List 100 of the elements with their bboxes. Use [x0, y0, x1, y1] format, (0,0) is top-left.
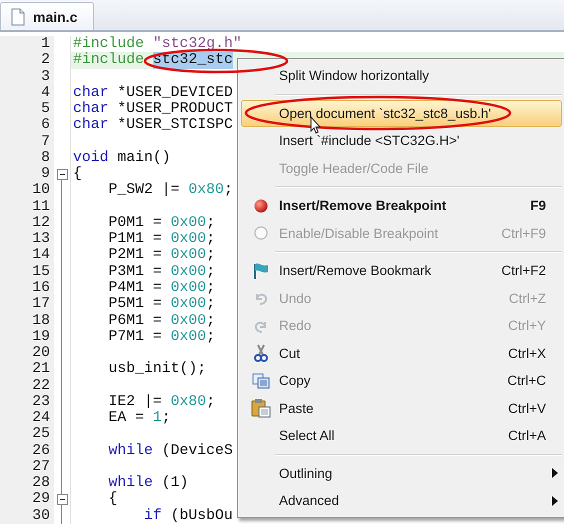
code-text: (DeviceS	[162, 442, 233, 459]
code-text: usb_init();	[108, 361, 206, 378]
line-number: 15	[32, 264, 50, 280]
line-number: 3	[41, 68, 50, 85]
code-text: P6M1 =	[108, 312, 162, 329]
line-number: 23	[32, 394, 50, 410]
menu-item[interactable]: Split Window horizontally	[241, 62, 562, 90]
menu-item[interactable]: Advanced	[241, 487, 562, 514]
code-text: (bUsbOu	[170, 508, 233, 524]
code-text: 0x00	[170, 231, 206, 248]
line-number: 17	[32, 296, 50, 312]
line-number: 4	[41, 84, 50, 101]
collapse-icon[interactable]	[56, 494, 68, 506]
code-text: 0x00	[170, 280, 206, 296]
code-text: void	[73, 150, 109, 166]
line-number: 16	[32, 280, 50, 296]
tab-label: main.c	[33, 8, 78, 24]
line-number: 9	[41, 166, 50, 182]
code-text: "stc32g.h"	[152, 36, 242, 52]
code-text: ;	[162, 410, 171, 426]
copy-icon	[252, 372, 270, 389]
code-text: while	[108, 442, 153, 459]
code-text: 0x80	[170, 394, 206, 410]
line-number: 30	[32, 508, 50, 524]
line-number: 27	[32, 458, 50, 475]
line-number: 22	[32, 378, 50, 394]
code-text: P3M1 =	[108, 264, 162, 280]
code-text: 0x00	[170, 264, 206, 280]
line-number: 19	[32, 328, 50, 345]
code-text: EA =	[108, 410, 144, 426]
menu-item[interactable]: Insert/Remove Breakpoint F9	[241, 192, 562, 220]
line-number: 20	[32, 345, 50, 362]
code-text: 1	[152, 410, 162, 426]
code-text: (1)	[162, 475, 188, 492]
code-text: P2M1 =	[108, 247, 162, 264]
code-text: P_SW2 |=	[108, 182, 180, 199]
menu-item[interactable]: Paste Ctrl+V	[241, 394, 562, 422]
line-number: 25	[32, 426, 50, 442]
code-text: *USER_STCISPC	[117, 117, 233, 134]
code-text: {	[73, 166, 82, 182]
file-tab[interactable]: main.c	[0, 2, 94, 30]
code-text: ;	[206, 247, 216, 264]
breakpoint-icon	[254, 198, 268, 213]
line-number: 18	[32, 312, 50, 329]
code-text: P0M1 =	[108, 214, 162, 232]
code-text: 0x00	[170, 328, 206, 346]
code-text: ;	[224, 182, 233, 199]
code-text: ;	[206, 296, 216, 313]
menu-item[interactable]: Select All Ctrl+A	[241, 422, 562, 450]
menu-item[interactable]: Outlining	[241, 460, 562, 487]
line-number: 14	[32, 247, 50, 264]
code-text: ;	[206, 264, 216, 280]
code-text: #include	[73, 52, 144, 69]
code-text: 0x80	[188, 182, 224, 199]
code-text: 0x00	[170, 312, 206, 329]
line-number: 21	[32, 361, 50, 378]
circle-icon	[254, 226, 268, 240]
scissors-icon	[253, 344, 269, 362]
code-text: if	[144, 508, 162, 524]
line-number: 11	[32, 198, 50, 215]
code-text: 0x00	[170, 214, 206, 232]
menu-item[interactable]: Copy Ctrl+C	[241, 367, 562, 394]
menu-item[interactable]: Open document `stc32_stc8_usb.h'	[241, 100, 562, 127]
line-number: 28	[32, 475, 50, 492]
code-text: ;	[206, 312, 216, 329]
line-number: 6	[41, 117, 50, 134]
file-icon	[11, 8, 25, 26]
code-text: ;	[206, 231, 216, 248]
code-text: ;	[206, 280, 216, 296]
code-text: ;	[206, 214, 216, 232]
code-text: P4M1 =	[108, 280, 162, 296]
code-text: 0x00	[170, 296, 206, 313]
selected-text: stc32_stc	[152, 52, 233, 69]
collapse-icon[interactable]	[56, 168, 68, 180]
paste-icon	[251, 398, 271, 418]
code-text: {	[108, 491, 118, 508]
line-number: 8	[41, 150, 50, 166]
code-text: char	[73, 84, 109, 101]
menu-item[interactable]: Insert `#include <STC32G.H>'	[241, 127, 562, 154]
menu-item[interactable]: Cut Ctrl+X	[241, 340, 562, 367]
code-text: while	[108, 475, 153, 492]
code-text: main()	[117, 150, 171, 166]
code-text: P7M1 =	[108, 328, 162, 346]
line-number: 5	[41, 101, 50, 118]
code-text: *USER_PRODUCT	[117, 101, 233, 118]
code-text: IE2 |=	[108, 394, 162, 410]
code-text: #include	[73, 36, 144, 52]
line-number: 24	[32, 410, 50, 426]
line-number: 12	[32, 214, 50, 231]
code-text: ;	[206, 328, 216, 346]
line-number: 26	[32, 442, 50, 459]
line-number: 1	[41, 36, 50, 52]
flag-icon	[252, 262, 270, 280]
code-text: ;	[206, 394, 216, 410]
code-text: char	[73, 101, 109, 118]
line-number: 10	[32, 182, 50, 198]
code-text: P5M1 =	[108, 296, 162, 313]
line-number: 2	[41, 52, 50, 68]
menu-item[interactable]: Insert/Remove Bookmark Ctrl+F2	[241, 257, 562, 284]
code-text: 0x00	[170, 247, 206, 264]
